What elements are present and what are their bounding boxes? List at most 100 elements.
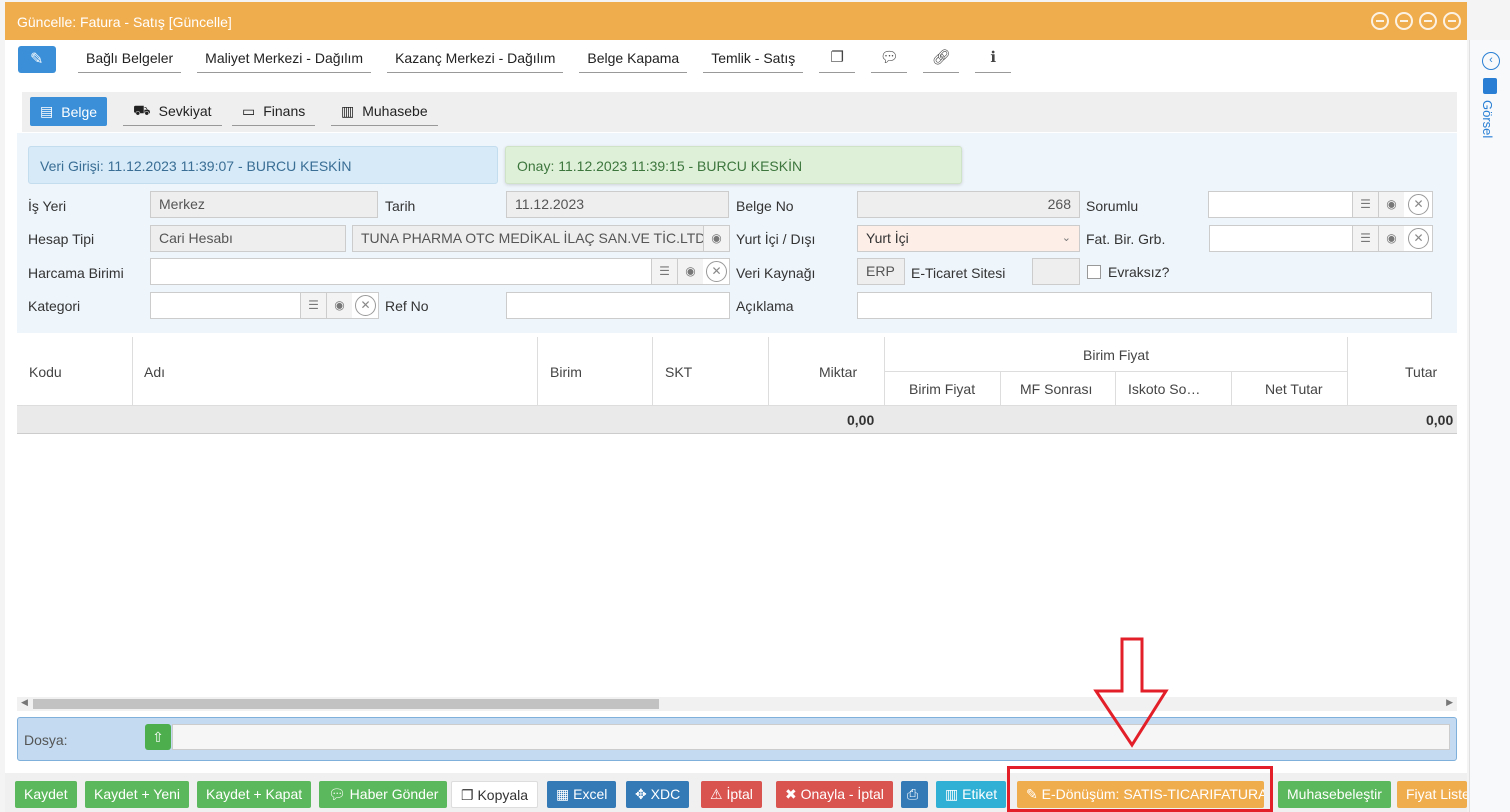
- kaydet-kapat-button[interactable]: Kaydet + Kapat: [197, 781, 312, 808]
- settings-icon[interactable]: [1419, 12, 1437, 30]
- evraksiz-checkbox[interactable]: [1087, 265, 1101, 279]
- iptal-button[interactable]: ⚠ İptal: [701, 781, 762, 808]
- col-group-birim-fiyat: Birim Fiyat: [1083, 347, 1150, 363]
- clear-icon[interactable]: ✕: [1408, 228, 1429, 249]
- scroll-left-icon[interactable]: ◀: [21, 697, 28, 708]
- aciklama-label: Açıklama: [736, 298, 794, 314]
- harcama-label: Harcama Birimi: [28, 265, 124, 281]
- aciklama-field[interactable]: [857, 292, 1432, 319]
- tab-sevkiyat-label: Sevkiyat: [158, 103, 212, 119]
- scroll-right-icon[interactable]: ▶: [1446, 697, 1453, 708]
- maliyet-merkezi-button[interactable]: Maliyet Merkezi - Dağılım: [197, 46, 372, 73]
- col-skt[interactable]: SKT: [665, 364, 692, 380]
- col-kodu[interactable]: Kodu: [29, 364, 62, 380]
- belge-no-label: Belge No: [736, 198, 794, 214]
- gorsel-label[interactable]: Görsel: [1480, 100, 1495, 138]
- window-title: Güncelle: Fatura - Satış [Güncelle]: [17, 14, 232, 30]
- kaydet-button[interactable]: Kaydet: [15, 781, 77, 808]
- etiket-label: Etiket: [962, 786, 998, 802]
- ref-no-field[interactable]: [506, 292, 730, 319]
- col-tutar[interactable]: Tutar: [1405, 364, 1437, 380]
- veri-kaynagi-field[interactable]: ERP: [857, 258, 905, 285]
- fiyat-listesi-button[interactable]: Fiyat Listesi: [1397, 781, 1467, 808]
- eye-icon[interactable]: ◉: [1378, 192, 1404, 217]
- yurt-select[interactable]: Yurt İçi ⌄: [857, 225, 1080, 252]
- kategori-label: Kategori: [28, 298, 81, 314]
- print-button[interactable]: ⎙: [901, 781, 928, 808]
- expand-icon: ✥: [635, 786, 651, 802]
- col-adi[interactable]: Adı: [144, 364, 165, 380]
- temlik-satis-button[interactable]: Temlik - Satış: [703, 46, 804, 73]
- eye-icon[interactable]: ◉: [1378, 226, 1404, 251]
- clear-icon[interactable]: ✕: [355, 295, 376, 316]
- tab-sevkiyat[interactable]: ⛟ Sevkiyat: [123, 97, 222, 126]
- muhasebelestir-button[interactable]: Muhasebeleştir: [1278, 781, 1391, 808]
- list-icon[interactable]: ☰: [300, 293, 326, 318]
- copy-icon[interactable]: ❐: [819, 47, 856, 73]
- eye-icon[interactable]: ◉: [677, 259, 703, 284]
- tab-muhasebe[interactable]: ▥ Muhasebe: [331, 97, 438, 126]
- eye-icon[interactable]: ◉: [703, 226, 729, 251]
- title-bar: Güncelle: Fatura - Satış [Güncelle]: [5, 2, 1467, 40]
- tab-belge[interactable]: ▤ Belge: [30, 97, 108, 126]
- eticaret-field[interactable]: [1032, 258, 1080, 285]
- etiket-button[interactable]: ▥ Etiket: [936, 781, 1007, 808]
- onayla-iptal-button[interactable]: ✖ Onayla - İptal: [776, 781, 893, 808]
- col-birim-fiyat[interactable]: Birim Fiyat: [909, 381, 975, 397]
- horizontal-scrollbar[interactable]: ◀ ▶: [17, 697, 1457, 711]
- document-icon: ▤: [40, 103, 54, 119]
- hesap-tipi-label: Hesap Tipi: [28, 231, 95, 247]
- clear-icon[interactable]: ✕: [706, 261, 727, 282]
- dosya-label: Dosya:: [24, 732, 68, 748]
- haber-gonder-button[interactable]: 💬︎ Haber Gönder: [319, 781, 448, 808]
- veri-kaynagi-label: Veri Kaynağı: [736, 265, 816, 281]
- link-icon[interactable]: 🔗︎: [923, 47, 960, 73]
- col-birim[interactable]: Birim: [550, 364, 582, 380]
- list-icon[interactable]: ☰: [651, 259, 677, 284]
- xdc-button[interactable]: ✥ XDC: [626, 781, 690, 808]
- col-net-tutar[interactable]: Net Tutar: [1265, 381, 1323, 397]
- bagli-belgeler-button[interactable]: Bağlı Belgeler: [78, 46, 182, 73]
- belge-kapama-button[interactable]: Belge Kapama: [579, 46, 688, 73]
- is-yeri-field[interactable]: Merkez: [150, 191, 378, 218]
- excel-button[interactable]: ▦ Excel: [547, 781, 617, 808]
- tarih-field[interactable]: 11.12.2023: [506, 191, 729, 218]
- comment-icon[interactable]: 💬︎: [871, 47, 908, 73]
- clear-icon[interactable]: ✕: [1408, 194, 1429, 215]
- kazanc-merkezi-button[interactable]: Kazanç Merkezi - Dağılım: [387, 46, 564, 73]
- close-icon[interactable]: [1443, 12, 1461, 30]
- col-iskoto[interactable]: Iskoto So…: [1128, 381, 1200, 397]
- cari-value: TUNA PHARMA OTC MEDİKAL İLAÇ SAN.VE TİC.…: [361, 230, 730, 246]
- fat-bir-field[interactable]: ☰ ◉ ✕: [1209, 225, 1433, 252]
- eye-icon[interactable]: ◉: [326, 293, 352, 318]
- chat-icon: 💬︎: [328, 786, 350, 802]
- collapse-icon[interactable]: ‹: [1482, 52, 1500, 70]
- list-icon[interactable]: ☰: [1352, 226, 1378, 251]
- tab-finans[interactable]: ▭ Finans: [232, 97, 316, 126]
- cari-field[interactable]: TUNA PHARMA OTC MEDİKAL İLAÇ SAN.VE TİC.…: [352, 225, 730, 252]
- kaydet-yeni-button[interactable]: Kaydet + Yeni: [85, 781, 190, 808]
- list-icon[interactable]: ☰: [1352, 192, 1378, 217]
- scroll-thumb[interactable]: [33, 699, 659, 709]
- entry-info: Veri Girişi: 11.12.2023 11:39:07 - BURCU…: [28, 146, 498, 184]
- iptal-label: İptal: [726, 786, 753, 802]
- sorumlu-field[interactable]: ☰ ◉ ✕: [1208, 191, 1433, 218]
- harcama-field[interactable]: ☰ ◉ ✕: [150, 258, 730, 285]
- approval-info: Onay: 11.12.2023 11:39:15 - BURCU KESKİN: [505, 146, 962, 184]
- image-icon[interactable]: [1483, 78, 1497, 94]
- hesap-tipi-field[interactable]: Cari Hesabı: [150, 225, 346, 252]
- chevron-down-icon: ⌄: [1061, 232, 1071, 244]
- minimize-icon[interactable]: [1395, 12, 1413, 30]
- highlight-box: [1007, 766, 1273, 812]
- kopyala-button[interactable]: ❐ Kopyala: [451, 781, 539, 808]
- file-field[interactable]: [172, 724, 1450, 750]
- belge-no-field[interactable]: 268: [857, 191, 1080, 218]
- col-miktar[interactable]: Miktar: [819, 364, 857, 380]
- col-mf-sonrasi[interactable]: MF Sonrası: [1020, 381, 1092, 397]
- info-icon[interactable]: ℹ: [975, 47, 1012, 73]
- upload-icon[interactable]: ⇧: [145, 724, 171, 750]
- kategori-field[interactable]: ☰ ◉ ✕: [150, 292, 379, 319]
- grid-header: Kodu Adı Birim SKT Miktar Birim Fiyat Bi…: [17, 337, 1457, 406]
- edit-button[interactable]: [18, 46, 56, 73]
- refresh-icon[interactable]: [1371, 12, 1389, 30]
